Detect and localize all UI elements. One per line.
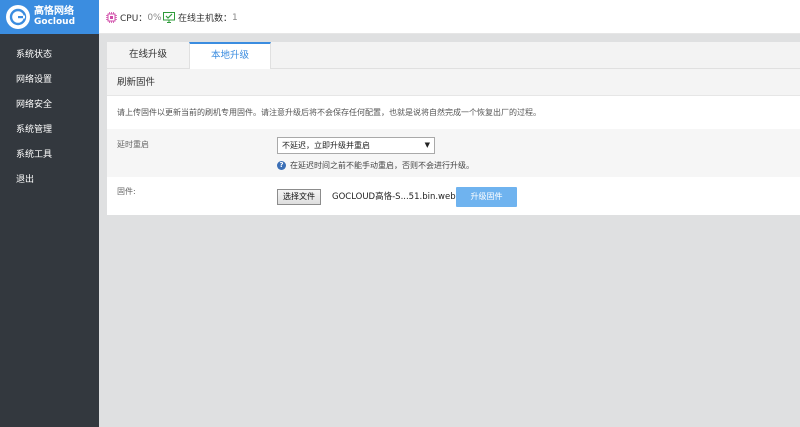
- sidebar-item-network-security[interactable]: 网络安全: [0, 93, 99, 118]
- firmware-label: 固件:: [117, 187, 136, 196]
- tab-bar: 在线升级 本地升级: [107, 42, 800, 70]
- cpu-icon: [106, 12, 117, 23]
- delay-hint: ? 在延迟时间之前不能手动重启，否则不会进行升级。: [277, 160, 474, 171]
- sidebar-item-system-status[interactable]: 系统状态: [0, 43, 99, 68]
- top-header: 高恪网络 Gocloud CPU： 0% 在线主机数： 1: [0, 0, 800, 34]
- tab-local-upgrade[interactable]: 本地升级: [189, 42, 271, 70]
- main-content: 在线升级 本地升级 刷新固件 请上传固件以更新当前的刷机专用固件。请注意升级后将…: [99, 34, 800, 427]
- online-hosts-stat: 在线主机数： 1: [163, 11, 238, 24]
- logo-chinese-name: 高恪网络: [34, 6, 74, 17]
- monitor-icon: [163, 12, 175, 23]
- sidebar-item-logout[interactable]: 退出: [0, 168, 99, 193]
- logo-english-name: Gocloud: [34, 17, 76, 27]
- delay-reboot-label: 延时重启: [117, 140, 149, 149]
- delay-hint-text: 在延迟时间之前不能手动重启，否则不会进行升级。: [290, 161, 474, 170]
- cpu-stat: CPU： 0%: [106, 11, 162, 24]
- upgrade-notice: 请上传固件以更新当前的刷机专用固件。请注意升级后将不会保存任何配置，也就是说将自…: [107, 96, 800, 129]
- firmware-row: 固件: 选择文件 GOCLOUD高恪-S...51.bin.web 升级固件: [107, 177, 800, 215]
- sidebar: 系统状态 网络设置 网络安全 系统管理 系统工具 退出: [0, 34, 99, 427]
- panel-title: 刷新固件: [107, 69, 800, 96]
- firmware-panel: 刷新固件 请上传固件以更新当前的刷机专用固件。请注意升级后将不会保存任何配置，也…: [107, 69, 800, 215]
- choose-file-button[interactable]: 选择文件: [277, 189, 321, 205]
- online-hosts-value: 1: [232, 12, 238, 23]
- selected-file-name: GOCLOUD高恪-S...51.bin.web: [332, 192, 456, 202]
- brand-logo[interactable]: 高恪网络 Gocloud: [0, 0, 99, 34]
- tab-online-upgrade[interactable]: 在线升级: [107, 42, 189, 69]
- upgrade-firmware-button[interactable]: 升级固件: [456, 187, 517, 207]
- cpu-label: CPU：: [120, 14, 148, 24]
- delay-reboot-row: 延时重启 不延迟，立即升级并重启 ▼ ? 在延迟时间之前不能手动重启，否则不会进…: [107, 129, 800, 177]
- sidebar-item-system-tools[interactable]: 系统工具: [0, 143, 99, 168]
- delay-reboot-selected-value: 不延迟，立即升级并重启: [282, 141, 370, 150]
- cloud-logo-icon: [6, 5, 30, 29]
- question-icon: ?: [277, 161, 286, 170]
- sidebar-item-network-settings[interactable]: 网络设置: [0, 68, 99, 93]
- online-hosts-label: 在线主机数：: [178, 14, 233, 24]
- cpu-value: 0%: [147, 12, 162, 23]
- delay-reboot-select[interactable]: 不延迟，立即升级并重启 ▼: [277, 137, 435, 154]
- sidebar-item-system-management[interactable]: 系统管理: [0, 118, 99, 143]
- dropdown-arrow-icon: ▼: [424, 141, 430, 149]
